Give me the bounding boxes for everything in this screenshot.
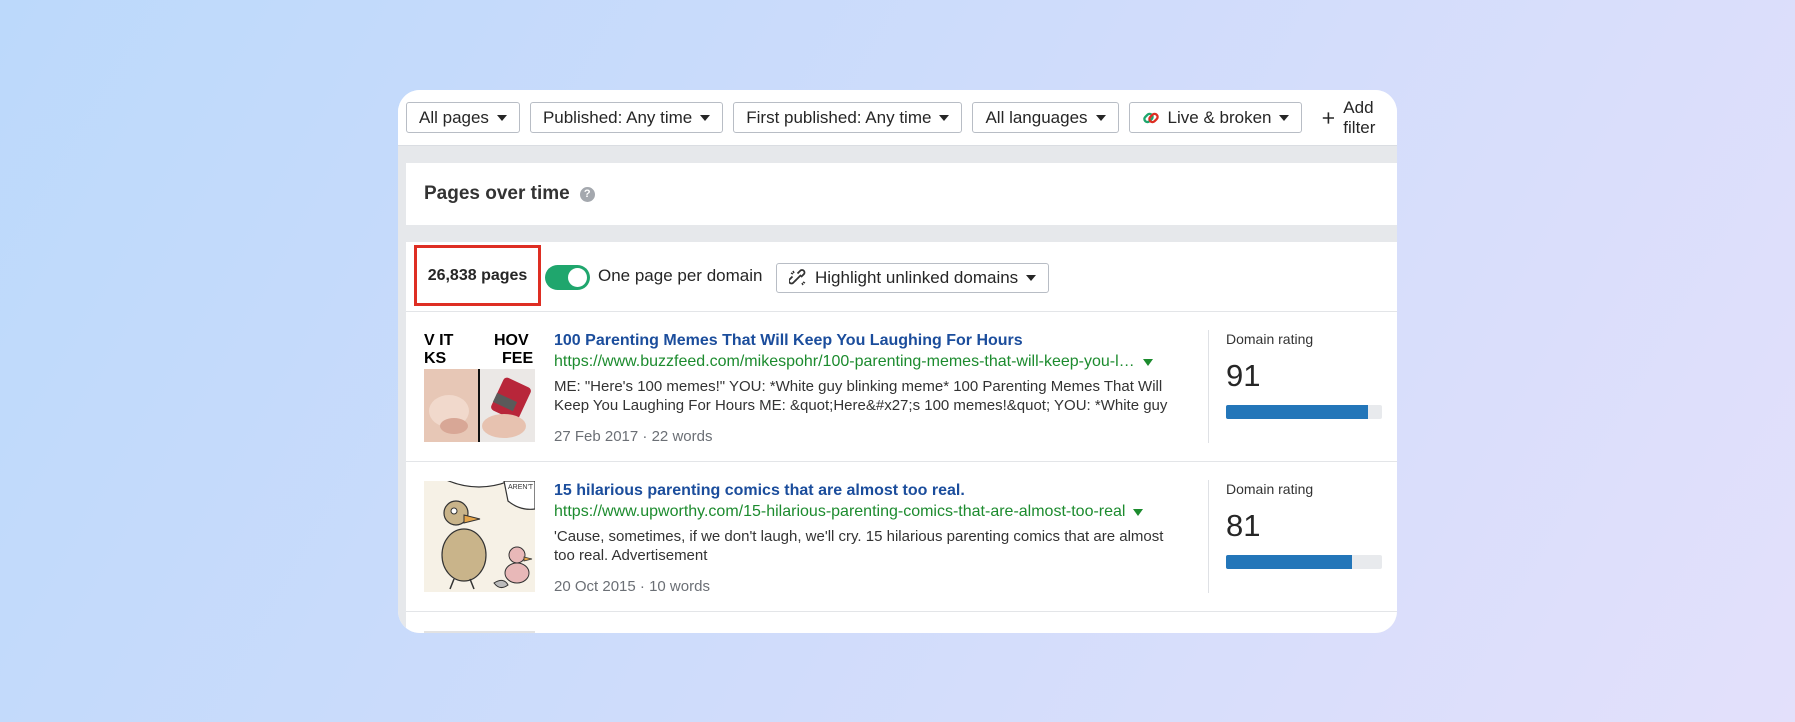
thumb-text: V IT — [424, 332, 454, 349]
separator-dot: · — [639, 578, 650, 595]
section-title: Pages over time — [424, 183, 570, 204]
help-icon[interactable]: ? — [579, 186, 595, 202]
filter-first-published[interactable]: First published: Any time — [733, 102, 963, 133]
add-filter-label: Add filter — [1343, 97, 1376, 137]
thumb-text: AREN'T — [508, 484, 534, 491]
caret-down-icon — [1026, 275, 1037, 281]
result-thumbnail — [424, 631, 535, 633]
page-count-highlight: 26,838 pages — [414, 245, 541, 306]
plus-icon — [1323, 111, 1335, 124]
result-title-link[interactable]: 15 hilarious parenting comics that are a… — [554, 482, 965, 500]
column-divider — [1208, 480, 1209, 593]
caret-down-icon — [1279, 114, 1290, 121]
meme-thumbnail-image: V IT KS HOV FEE — [424, 331, 535, 442]
column-divider — [1208, 330, 1209, 443]
add-filter-button[interactable]: Add filter — [1322, 98, 1397, 138]
domain-rating-value: 91 — [1226, 358, 1261, 393]
results-toolbar: 26,838 pages One page per domain Highlig… — [406, 242, 1397, 312]
filter-published[interactable]: Published: Any time — [529, 102, 724, 133]
thumb-text: KS — [424, 350, 447, 367]
url-dropdown-icon[interactable] — [1133, 508, 1144, 516]
filter-label: First published: Any time — [746, 107, 932, 127]
filter-all-pages[interactable]: All pages — [406, 102, 520, 133]
result-url-text[interactable]: https://www.upworthy.com/15-hilarious-pa… — [554, 503, 1125, 521]
filter-bar: All pages Published: Any time First publ… — [398, 90, 1397, 146]
result-url-text[interactable]: https://www.buzzfeed.com/mikespohr/100-p… — [554, 353, 1135, 371]
separator-dot: · — [642, 428, 652, 445]
result-meta: 20 Oct 2015 · 10 words — [554, 578, 710, 595]
result-snippet: ME: "Here's 100 memes!" YOU: *White guy … — [554, 378, 1168, 414]
result-url[interactable]: https://www.upworthy.com/15-hilarious-pa… — [554, 503, 1144, 521]
filter-languages[interactable]: All languages — [972, 102, 1119, 133]
result-thumbnail[interactable]: V IT KS HOV FEE — [424, 331, 535, 442]
filter-live-broken[interactable]: Live & broken — [1128, 102, 1303, 133]
toggle-knob — [568, 268, 587, 287]
results-panel: 26,838 pages One page per domain Highlig… — [406, 242, 1397, 633]
result-meta: 27 Feb 2017 · 22 words — [554, 428, 712, 445]
domain-rating-label: Domain rating — [1226, 331, 1314, 347]
caret-down-icon — [700, 114, 711, 121]
screenshot-frame: All pages Published: Any time First publ… — [0, 0, 1795, 722]
filter-label: All languages — [985, 107, 1088, 127]
domain-rating-bar — [1226, 405, 1382, 419]
domain-rating-fill — [1226, 555, 1353, 569]
toggle-label: One page per domain — [598, 266, 763, 285]
result-word-count: 10 words — [649, 578, 710, 595]
caret-down-icon — [496, 114, 507, 121]
result-word-count: 22 words — [651, 428, 713, 445]
result-row: AREN'T 15 hilarious parenting comics tha… — [406, 462, 1397, 612]
result-date: 27 Feb 2017 — [554, 428, 639, 445]
highlight-unlinked-button[interactable]: Highlight unlinked domains — [776, 263, 1050, 293]
result-thumbnail[interactable]: AREN'T — [424, 481, 535, 592]
backlinks-card: All pages Published: Any time First publ… — [398, 90, 1397, 633]
comic-thumbnail-image: AREN'T — [424, 481, 535, 592]
result-url[interactable]: https://www.buzzfeed.com/mikespohr/100-p… — [554, 353, 1153, 371]
domain-rating-bar — [1226, 555, 1382, 569]
unlink-icon — [789, 269, 806, 286]
result-row: V IT KS HOV FEE 100 Parenting Memes That… — [406, 312, 1397, 462]
caret-down-icon — [1095, 114, 1106, 121]
thumb-text: FEE — [502, 350, 533, 367]
filter-label: Published: Any time — [542, 107, 693, 127]
domain-rating-fill — [1226, 405, 1368, 419]
url-dropdown-icon[interactable] — [1142, 358, 1153, 366]
live-broken-link-icon — [1142, 112, 1159, 123]
result-title-link[interactable]: 100 Parenting Memes That Will Keep You L… — [554, 332, 1023, 350]
highlight-label: Highlight unlinked domains — [815, 268, 1019, 287]
result-snippet: 'Cause, sometimes, if we don't laugh, we… — [554, 528, 1164, 564]
domain-rating-label: Domain rating — [1226, 481, 1314, 497]
result-row-partial — [406, 612, 1397, 633]
page-count: 26,838 pages — [427, 266, 528, 284]
caret-down-icon — [939, 114, 950, 121]
one-page-per-domain-toggle[interactable] — [545, 265, 590, 290]
filter-label: Live & broken — [1167, 107, 1272, 127]
domain-rating-value: 81 — [1226, 508, 1261, 543]
thumb-text: HOV — [494, 332, 529, 349]
filter-label: All pages — [419, 107, 489, 127]
result-date: 20 Oct 2015 — [554, 578, 636, 595]
pages-over-time-panel: Pages over time ? — [406, 163, 1397, 225]
